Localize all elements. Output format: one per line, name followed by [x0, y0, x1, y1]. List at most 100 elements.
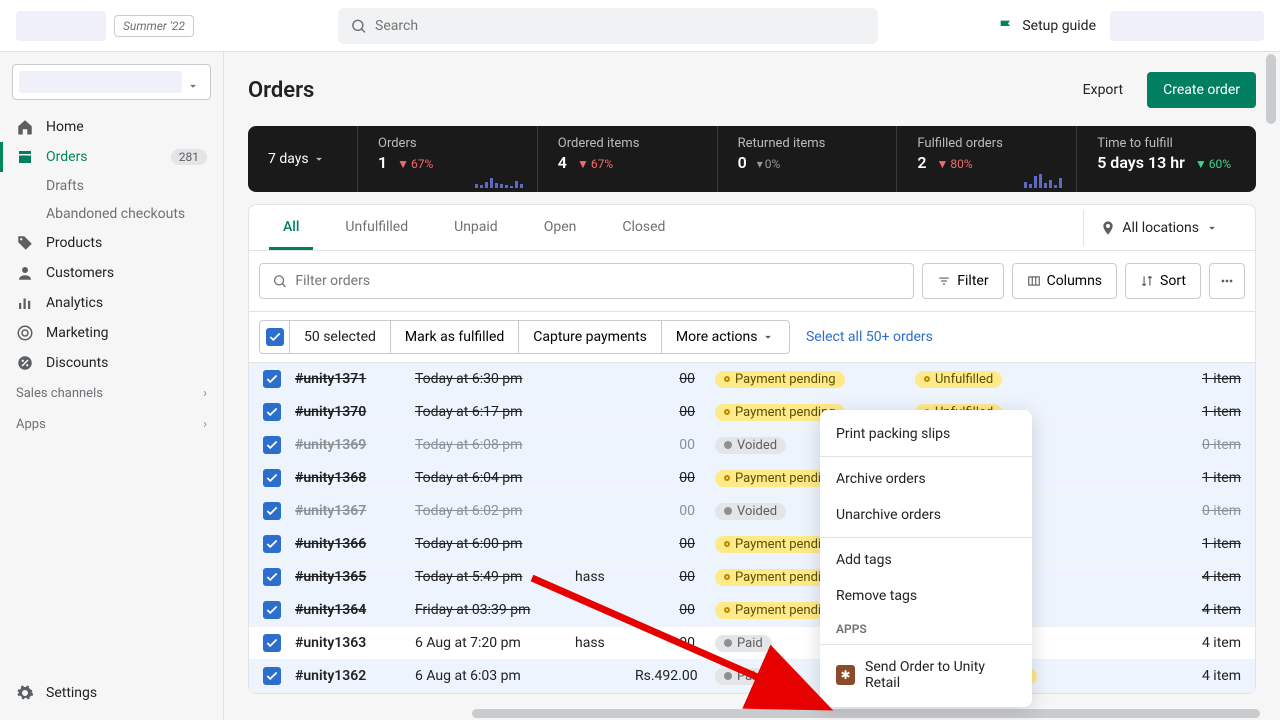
- period-selector[interactable]: 7 days: [248, 126, 358, 192]
- locations-filter[interactable]: All locations: [1083, 210, 1235, 246]
- order-id: #unity1368: [295, 470, 415, 486]
- apps-section[interactable]: Apps ›: [0, 409, 223, 440]
- stat-ordered-items[interactable]: Ordered items 4 ▼ 67%: [538, 126, 718, 192]
- filter-button[interactable]: Filter: [922, 263, 1003, 299]
- create-order-button[interactable]: Create order: [1147, 72, 1256, 108]
- user-menu[interactable]: [1110, 11, 1264, 41]
- menu-add-tags[interactable]: Add tags: [820, 542, 1032, 578]
- vertical-scrollbar[interactable]: [1266, 54, 1276, 124]
- main-content: Orders Export Create order 7 days Orders…: [224, 52, 1280, 720]
- order-row[interactable]: #unity1363 6 Aug at 7:20 pm hass 00 Paid…: [249, 627, 1255, 660]
- columns-button[interactable]: Columns: [1012, 263, 1117, 299]
- global-search[interactable]: [338, 8, 878, 44]
- order-id: #unity1363: [295, 635, 415, 651]
- row-checkbox[interactable]: [263, 601, 281, 619]
- order-row[interactable]: #unity1364 Friday at 03:39 pm 00 Payment…: [249, 594, 1255, 627]
- select-all-link[interactable]: Select all 50+ orders: [806, 329, 933, 345]
- chevron-down-icon: [186, 79, 200, 93]
- discount-icon: [16, 354, 34, 372]
- tag-icon: [16, 234, 34, 252]
- row-checkbox[interactable]: [263, 436, 281, 454]
- sales-channels-section[interactable]: Sales channels ›: [0, 378, 223, 409]
- item-count: 4 item: [1181, 602, 1241, 618]
- stat-orders[interactable]: Orders 1 ▼ 67%: [358, 126, 538, 192]
- row-checkbox[interactable]: [263, 568, 281, 586]
- sort-button[interactable]: Sort: [1125, 263, 1201, 299]
- payment-status-badge: Voided: [715, 503, 786, 520]
- order-id: #unity1366: [295, 536, 415, 552]
- order-amount: 00: [635, 404, 695, 420]
- tab-closed[interactable]: Closed: [608, 205, 679, 250]
- row-checkbox[interactable]: [263, 403, 281, 421]
- nav-customers[interactable]: Customers: [0, 258, 223, 288]
- more-button[interactable]: [1209, 263, 1245, 299]
- tab-unpaid[interactable]: Unpaid: [440, 205, 512, 250]
- tab-unfulfilled[interactable]: Unfulfilled: [331, 205, 422, 250]
- order-row[interactable]: #unity1365 Today at 5:49 pm hass 00 Paym…: [249, 561, 1255, 594]
- store-selector[interactable]: [12, 64, 211, 100]
- order-row[interactable]: #unity1368 Today at 6:04 pm 00 Payment p…: [249, 462, 1255, 495]
- nav-home[interactable]: Home: [0, 112, 223, 142]
- stats-bar: 7 days Orders 1 ▼ 67% Ordered items 4 ▼: [248, 126, 1256, 192]
- order-row[interactable]: #unity1362 6 Aug at 6:03 pm Rs.492.00 Pa…: [249, 660, 1255, 693]
- order-row[interactable]: #unity1366 Today at 6:00 pm 00 Payment p…: [249, 528, 1255, 561]
- order-row[interactable]: #unity1370 Today at 6:17 pm 00 Payment p…: [249, 396, 1255, 429]
- item-count: 1 item: [1181, 371, 1241, 387]
- setup-guide-link[interactable]: Setup guide: [998, 18, 1096, 34]
- chevron-down-icon: [1205, 221, 1219, 235]
- filter-orders-input[interactable]: [259, 263, 914, 299]
- item-count: 1 item: [1181, 470, 1241, 486]
- row-checkbox[interactable]: [263, 667, 281, 685]
- more-actions-button[interactable]: More actions: [661, 320, 790, 354]
- capture-payments-button[interactable]: Capture payments: [518, 320, 661, 354]
- stat-returned-items[interactable]: Returned items 0 ▾ 0%: [718, 126, 898, 192]
- order-row[interactable]: #unity1367 Today at 6:02 pm 00 Voided Un…: [249, 495, 1255, 528]
- item-count: 4 item: [1181, 569, 1241, 585]
- stat-time-to-fulfill[interactable]: Time to fulfill 5 days 13 hr ▼ 60%: [1077, 126, 1256, 192]
- nav-orders[interactable]: Orders 281: [0, 142, 223, 172]
- order-amount: 00: [635, 569, 695, 585]
- order-id: #unity1364: [295, 602, 415, 618]
- menu-send-to-unity-retail[interactable]: ✱ Send Order to Unity Retail: [820, 649, 1032, 701]
- more-icon: [1219, 273, 1235, 289]
- nav-products[interactable]: Products: [0, 228, 223, 258]
- item-count: 4 item: [1181, 668, 1241, 684]
- payment-status-badge: Paid: [715, 668, 772, 685]
- order-amount: 00: [635, 470, 695, 486]
- tab-open[interactable]: Open: [530, 205, 591, 250]
- sidebar: Home Orders 281 Drafts Abandoned checkou…: [0, 52, 224, 720]
- row-checkbox[interactable]: [263, 535, 281, 553]
- nav-abandoned-checkouts[interactable]: Abandoned checkouts: [0, 200, 223, 228]
- nav-drafts[interactable]: Drafts: [0, 172, 223, 200]
- menu-remove-tags[interactable]: Remove tags: [820, 578, 1032, 614]
- mark-fulfilled-button[interactable]: Mark as fulfilled: [390, 320, 518, 354]
- select-all-checkbox[interactable]: [259, 320, 289, 354]
- row-checkbox[interactable]: [263, 469, 281, 487]
- order-id: #unity1367: [295, 503, 415, 519]
- menu-archive-orders[interactable]: Archive orders: [820, 461, 1032, 497]
- menu-print-packing-slips[interactable]: Print packing slips: [820, 416, 1032, 452]
- order-row[interactable]: #unity1371 Today at 6:30 pm 00 Payment p…: [249, 363, 1255, 396]
- menu-unarchive-orders[interactable]: Unarchive orders: [820, 497, 1032, 533]
- search-input[interactable]: [375, 18, 866, 34]
- home-icon: [16, 118, 34, 136]
- row-checkbox[interactable]: [263, 634, 281, 652]
- order-date: Today at 6:00 pm: [415, 536, 575, 552]
- season-badge: Summer '22: [114, 15, 194, 37]
- orders-count-badge: 281: [171, 149, 207, 165]
- order-amount: 00: [635, 536, 695, 552]
- export-button[interactable]: Export: [1071, 74, 1135, 106]
- payment-status-badge: Paid: [715, 635, 772, 652]
- nav-analytics[interactable]: Analytics: [0, 288, 223, 318]
- row-checkbox[interactable]: [263, 370, 281, 388]
- horizontal-scrollbar[interactable]: [472, 709, 1260, 718]
- row-checkbox[interactable]: [263, 502, 281, 520]
- nav-marketing[interactable]: Marketing: [0, 318, 223, 348]
- gear-icon: [16, 684, 34, 702]
- tab-all[interactable]: All: [269, 205, 313, 250]
- stat-fulfilled-orders[interactable]: Fulfilled orders 2 ▼ 80%: [897, 126, 1077, 192]
- nav-settings[interactable]: Settings: [0, 678, 223, 708]
- nav-discounts[interactable]: Discounts: [0, 348, 223, 378]
- customer-name: hass: [575, 569, 635, 585]
- order-row[interactable]: #unity1369 Today at 6:08 pm 00 Voided Un…: [249, 429, 1255, 462]
